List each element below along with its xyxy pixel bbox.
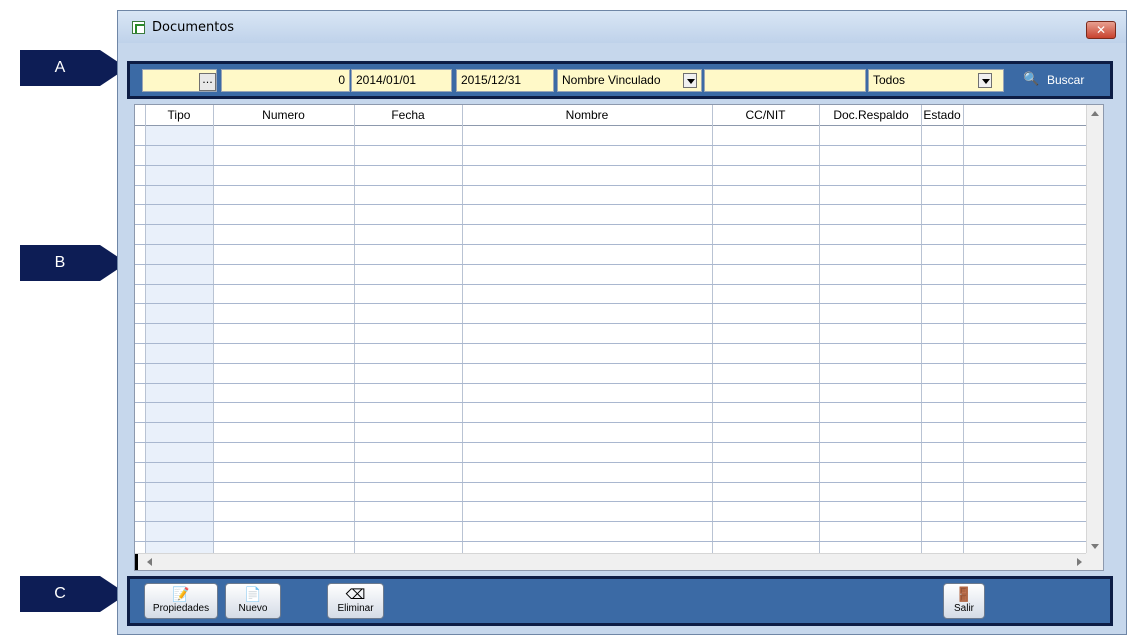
properties-label: Propiedades (152, 603, 210, 614)
col-header-numero[interactable]: Numero (213, 105, 354, 125)
col-header-fecha[interactable]: Fecha (354, 105, 462, 125)
grid-column-divider (819, 105, 820, 555)
date-to-field[interactable]: 2015/12/31 (456, 69, 554, 92)
grid-column-divider (963, 105, 964, 555)
grid-row-divider (135, 204, 1088, 205)
new-document-icon: 📄 (244, 586, 262, 602)
properties-button[interactable]: 📝 Propiedades (144, 583, 218, 619)
grid-row-divider (135, 244, 1088, 245)
search-icon[interactable]: 🔍 (1023, 72, 1039, 88)
grid-column-divider (145, 105, 146, 555)
grid-column-divider (462, 105, 463, 555)
button-bar: 📝 Propiedades 📄 Nuevo ⌫ Eliminar 🚪 Salir (127, 576, 1113, 626)
grid-row-divider (135, 501, 1088, 502)
grid-row-divider (135, 323, 1088, 324)
edit-document-icon: 📝 (172, 586, 190, 602)
chevron-down-icon[interactable] (683, 73, 697, 88)
grid-row-divider (135, 482, 1088, 483)
grid-column-divider (921, 105, 922, 555)
grid-column-divider (354, 105, 355, 555)
tipo-column-background (145, 105, 213, 555)
record-marker (135, 554, 138, 570)
callout-c: C (20, 576, 127, 612)
buscar-button[interactable]: Buscar (1047, 73, 1084, 87)
title-bar[interactable]: Documentos ✕ (118, 11, 1126, 43)
documents-grid[interactable]: Tipo Numero Fecha Nombre CC/NIT Doc.Resp… (134, 104, 1104, 571)
status-select[interactable]: Todos (868, 69, 1004, 92)
status-select-value: Todos (873, 73, 906, 87)
grid-row-divider (135, 343, 1088, 344)
scroll-right-icon[interactable] (1077, 558, 1082, 566)
field-select[interactable]: Nombre Vinculado (557, 69, 702, 92)
callout-a: A (20, 50, 127, 86)
col-header-tipo[interactable]: Tipo (145, 105, 213, 125)
grid-header: Tipo Numero Fecha Nombre CC/NIT Doc.Resp… (135, 105, 1088, 126)
horizontal-scrollbar[interactable] (135, 553, 1088, 570)
delete-button[interactable]: ⌫ Eliminar (327, 583, 384, 619)
grid-row-divider (135, 363, 1088, 364)
grid-column-divider (213, 105, 214, 555)
grid-column-divider (712, 105, 713, 555)
exit-door-icon: 🚪 (955, 586, 973, 602)
new-button[interactable]: 📄 Nuevo (225, 583, 281, 619)
document-icon (132, 21, 145, 34)
callout-a-label: A (54, 59, 66, 76)
documentos-window: Documentos ✕ ... 0 2014/01/01 2015/12/31… (117, 10, 1127, 635)
scroll-corner (1086, 553, 1103, 570)
close-icon: ✕ (1095, 23, 1107, 37)
grid-row-divider (135, 442, 1088, 443)
grid-row-divider (135, 383, 1088, 384)
date-from-field[interactable]: 2014/01/01 (351, 69, 452, 92)
callout-b-label: B (54, 254, 66, 271)
col-header-estado[interactable]: Estado (921, 105, 963, 125)
grid-row-divider (135, 402, 1088, 403)
vertical-scrollbar[interactable] (1086, 105, 1103, 555)
grid-row-divider (135, 303, 1088, 304)
grid-row-divider (135, 165, 1088, 166)
col-header-nombre[interactable]: Nombre (462, 105, 712, 125)
chevron-down-icon[interactable] (978, 73, 992, 88)
eraser-icon: ⌫ (345, 586, 366, 602)
exit-label: Salir (953, 603, 974, 614)
grid-row-divider (135, 185, 1088, 186)
scroll-left-icon[interactable] (147, 558, 152, 566)
window-title: Documentos (152, 20, 235, 35)
grid-row-divider (135, 224, 1088, 225)
grid-row-divider (135, 145, 1088, 146)
col-header-ccnit[interactable]: CC/NIT (712, 105, 819, 125)
grid-row-divider (135, 264, 1088, 265)
lookup-button[interactable]: ... (199, 73, 216, 91)
scroll-up-icon[interactable] (1091, 111, 1099, 116)
callout-c-label: C (54, 585, 66, 602)
grid-row-divider (135, 422, 1088, 423)
grid-row-divider (135, 462, 1088, 463)
exit-button[interactable]: 🚪 Salir (943, 583, 985, 619)
field-select-value: Nombre Vinculado (562, 73, 661, 87)
grid-row-divider (135, 284, 1088, 285)
grid-row-divider (135, 521, 1088, 522)
callout-b: B (20, 245, 127, 281)
scroll-down-icon[interactable] (1091, 544, 1099, 549)
new-label: Nuevo (238, 603, 268, 614)
filter-bar: ... 0 2014/01/01 2015/12/31 Nombre Vincu… (127, 61, 1113, 99)
close-button[interactable]: ✕ (1086, 21, 1116, 39)
grid-row-divider (135, 541, 1088, 542)
number-field[interactable]: 0 (221, 69, 350, 92)
col-header-doc-respaldo[interactable]: Doc.Respaldo (819, 105, 923, 125)
search-input[interactable] (704, 69, 866, 92)
delete-label: Eliminar (337, 603, 374, 614)
